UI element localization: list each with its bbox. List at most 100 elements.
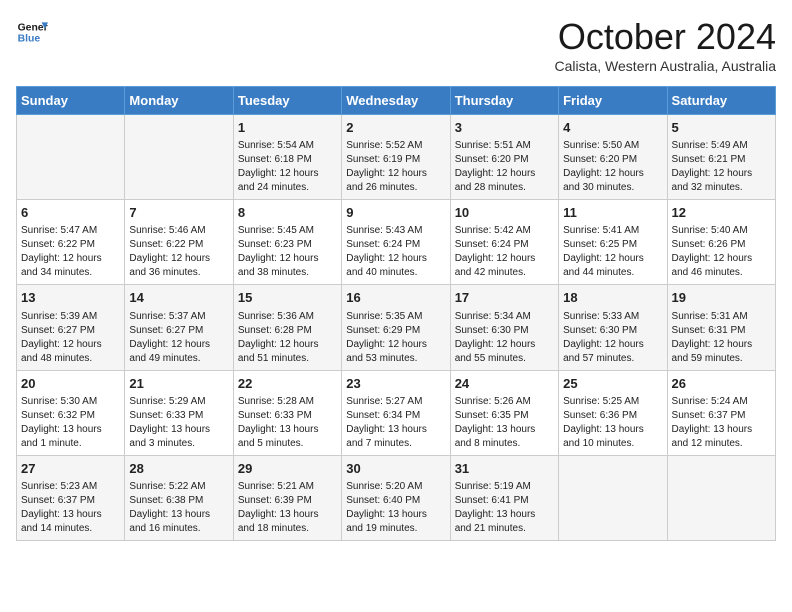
day-number: 28: [129, 460, 228, 478]
day-info: Sunrise: 5:23 AM Sunset: 6:37 PM Dayligh…: [21, 480, 120, 536]
calendar-cell: 3 Sunrise: 5:51 AM Sunset: 6:20 PM Daylig…: [450, 115, 558, 200]
day-number: 21: [129, 375, 228, 393]
calendar-cell: [667, 455, 775, 540]
day-number: 18: [563, 289, 662, 307]
day-number: 4: [563, 119, 662, 137]
day-info: Sunrise: 5:35 AM Sunset: 6:29 PM Dayligh…: [346, 310, 445, 366]
calendar-week-row: 6Sunrise: 5:47 AM Sunset: 6:22 PM Daylig…: [17, 200, 776, 285]
day-info: Sunrise: 5:30 AM Sunset: 6:32 PM Dayligh…: [21, 395, 120, 451]
day-number: 25: [563, 375, 662, 393]
calendar-cell: 10 Sunrise: 5:42 AM Sunset: 6:24 PM Dayli…: [450, 200, 558, 285]
day-info: Sunrise: 5:25 AM Sunset: 6:36 PM Dayligh…: [563, 395, 662, 451]
day-info: Sunrise: 5:51 AM Sunset: 6:20 PM Dayligh…: [455, 139, 554, 195]
calendar-cell: 19Sunrise: 5:31 AM Sunset: 6:31 PM Dayli…: [667, 285, 775, 370]
day-info: Sunrise: 5:34 AM Sunset: 6:30 PM Dayligh…: [455, 310, 554, 366]
calendar-cell: 20 Sunrise: 5:30 AM Sunset: 6:32 PM Dayli…: [17, 370, 125, 455]
day-number: 24: [455, 375, 554, 393]
day-number: 12: [672, 204, 771, 222]
day-info: Sunrise: 5:27 AM Sunset: 6:34 PM Dayligh…: [346, 395, 445, 451]
day-number: 8: [238, 204, 337, 222]
logo-icon: General Blue: [16, 16, 48, 48]
calendar-cell: 18 Sunrise: 5:33 AM Sunset: 6:30 PM Dayli…: [559, 285, 667, 370]
calendar-week-row: 20 Sunrise: 5:30 AM Sunset: 6:32 PM Dayli…: [17, 370, 776, 455]
day-number: 14: [129, 289, 228, 307]
calendar-cell: 12 Sunrise: 5:40 AM Sunset: 6:26 PM Dayli…: [667, 200, 775, 285]
calendar-cell: [17, 115, 125, 200]
day-info: Sunrise: 5:19 AM Sunset: 6:41 PM Dayligh…: [455, 480, 554, 536]
weekday-header-cell: Thursday: [450, 87, 558, 115]
day-number: 1: [238, 119, 337, 137]
day-info: Sunrise: 5:22 AM Sunset: 6:38 PM Dayligh…: [129, 480, 228, 536]
calendar-body: 1 Sunrise: 5:54 AM Sunset: 6:18 PM Daylig…: [17, 115, 776, 541]
day-number: 15: [238, 289, 337, 307]
day-number: 10: [455, 204, 554, 222]
day-number: 31: [455, 460, 554, 478]
calendar-cell: 23 Sunrise: 5:27 AM Sunset: 6:34 PM Dayli…: [342, 370, 450, 455]
calendar-week-row: 27Sunrise: 5:23 AM Sunset: 6:37 PM Dayli…: [17, 455, 776, 540]
day-info: Sunrise: 5:33 AM Sunset: 6:30 PM Dayligh…: [563, 310, 662, 366]
day-number: 11: [563, 204, 662, 222]
day-number: 5: [672, 119, 771, 137]
header: General Blue October 2024 Calista, Weste…: [16, 16, 776, 74]
day-info: Sunrise: 5:29 AM Sunset: 6:33 PM Dayligh…: [129, 395, 228, 451]
location-title: Calista, Western Australia, Australia: [554, 58, 776, 74]
calendar-cell: 26Sunrise: 5:24 AM Sunset: 6:37 PM Dayli…: [667, 370, 775, 455]
day-number: 22: [238, 375, 337, 393]
day-number: 16: [346, 289, 445, 307]
calendar-cell: [559, 455, 667, 540]
day-info: Sunrise: 5:50 AM Sunset: 6:20 PM Dayligh…: [563, 139, 662, 195]
day-info: Sunrise: 5:45 AM Sunset: 6:23 PM Dayligh…: [238, 224, 337, 280]
calendar-cell: 15Sunrise: 5:36 AM Sunset: 6:28 PM Dayli…: [233, 285, 341, 370]
day-number: 7: [129, 204, 228, 222]
weekday-header-cell: Wednesday: [342, 87, 450, 115]
day-info: Sunrise: 5:40 AM Sunset: 6:26 PM Dayligh…: [672, 224, 771, 280]
title-area: October 2024 Calista, Western Australia,…: [554, 16, 776, 74]
calendar-cell: 25 Sunrise: 5:25 AM Sunset: 6:36 PM Dayli…: [559, 370, 667, 455]
calendar-cell: 14 Sunrise: 5:37 AM Sunset: 6:27 PM Dayli…: [125, 285, 233, 370]
calendar-cell: 7 Sunrise: 5:46 AM Sunset: 6:22 PM Daylig…: [125, 200, 233, 285]
day-info: Sunrise: 5:52 AM Sunset: 6:19 PM Dayligh…: [346, 139, 445, 195]
day-number: 17: [455, 289, 554, 307]
day-number: 13: [21, 289, 120, 307]
calendar-cell: 28 Sunrise: 5:22 AM Sunset: 6:38 PM Dayli…: [125, 455, 233, 540]
day-number: 2: [346, 119, 445, 137]
day-number: 9: [346, 204, 445, 222]
weekday-header-cell: Monday: [125, 87, 233, 115]
calendar-cell: 8 Sunrise: 5:45 AM Sunset: 6:23 PM Daylig…: [233, 200, 341, 285]
calendar-table: SundayMondayTuesdayWednesdayThursdayFrid…: [16, 86, 776, 541]
calendar-week-row: 13Sunrise: 5:39 AM Sunset: 6:27 PM Dayli…: [17, 285, 776, 370]
month-title: October 2024: [554, 16, 776, 58]
calendar-cell: 31 Sunrise: 5:19 AM Sunset: 6:41 PM Dayli…: [450, 455, 558, 540]
calendar-cell: 5 Sunrise: 5:49 AM Sunset: 6:21 PM Daylig…: [667, 115, 775, 200]
day-number: 29: [238, 460, 337, 478]
day-info: Sunrise: 5:37 AM Sunset: 6:27 PM Dayligh…: [129, 310, 228, 366]
calendar-cell: 11 Sunrise: 5:41 AM Sunset: 6:25 PM Dayli…: [559, 200, 667, 285]
calendar-cell: 17 Sunrise: 5:34 AM Sunset: 6:30 PM Dayli…: [450, 285, 558, 370]
day-info: Sunrise: 5:54 AM Sunset: 6:18 PM Dayligh…: [238, 139, 337, 195]
calendar-cell: 27Sunrise: 5:23 AM Sunset: 6:37 PM Dayli…: [17, 455, 125, 540]
day-number: 23: [346, 375, 445, 393]
svg-text:Blue: Blue: [18, 34, 41, 45]
day-number: 3: [455, 119, 554, 137]
day-info: Sunrise: 5:28 AM Sunset: 6:33 PM Dayligh…: [238, 395, 337, 451]
day-info: Sunrise: 5:49 AM Sunset: 6:21 PM Dayligh…: [672, 139, 771, 195]
day-info: Sunrise: 5:43 AM Sunset: 6:24 PM Dayligh…: [346, 224, 445, 280]
day-info: Sunrise: 5:42 AM Sunset: 6:24 PM Dayligh…: [455, 224, 554, 280]
weekday-header-cell: Friday: [559, 87, 667, 115]
day-info: Sunrise: 5:47 AM Sunset: 6:22 PM Dayligh…: [21, 224, 120, 280]
day-info: Sunrise: 5:20 AM Sunset: 6:40 PM Dayligh…: [346, 480, 445, 536]
weekday-header-cell: Tuesday: [233, 87, 341, 115]
day-number: 19: [672, 289, 771, 307]
calendar-cell: [125, 115, 233, 200]
day-number: 30: [346, 460, 445, 478]
day-info: Sunrise: 5:46 AM Sunset: 6:22 PM Dayligh…: [129, 224, 228, 280]
calendar-cell: 9 Sunrise: 5:43 AM Sunset: 6:24 PM Daylig…: [342, 200, 450, 285]
calendar-cell: 2 Sunrise: 5:52 AM Sunset: 6:19 PM Daylig…: [342, 115, 450, 200]
weekday-header-cell: Sunday: [17, 87, 125, 115]
calendar-cell: 30 Sunrise: 5:20 AM Sunset: 6:40 PM Dayli…: [342, 455, 450, 540]
day-number: 20: [21, 375, 120, 393]
calendar-cell: 1 Sunrise: 5:54 AM Sunset: 6:18 PM Daylig…: [233, 115, 341, 200]
day-info: Sunrise: 5:41 AM Sunset: 6:25 PM Dayligh…: [563, 224, 662, 280]
weekday-header-cell: Saturday: [667, 87, 775, 115]
calendar-cell: 16 Sunrise: 5:35 AM Sunset: 6:29 PM Dayli…: [342, 285, 450, 370]
